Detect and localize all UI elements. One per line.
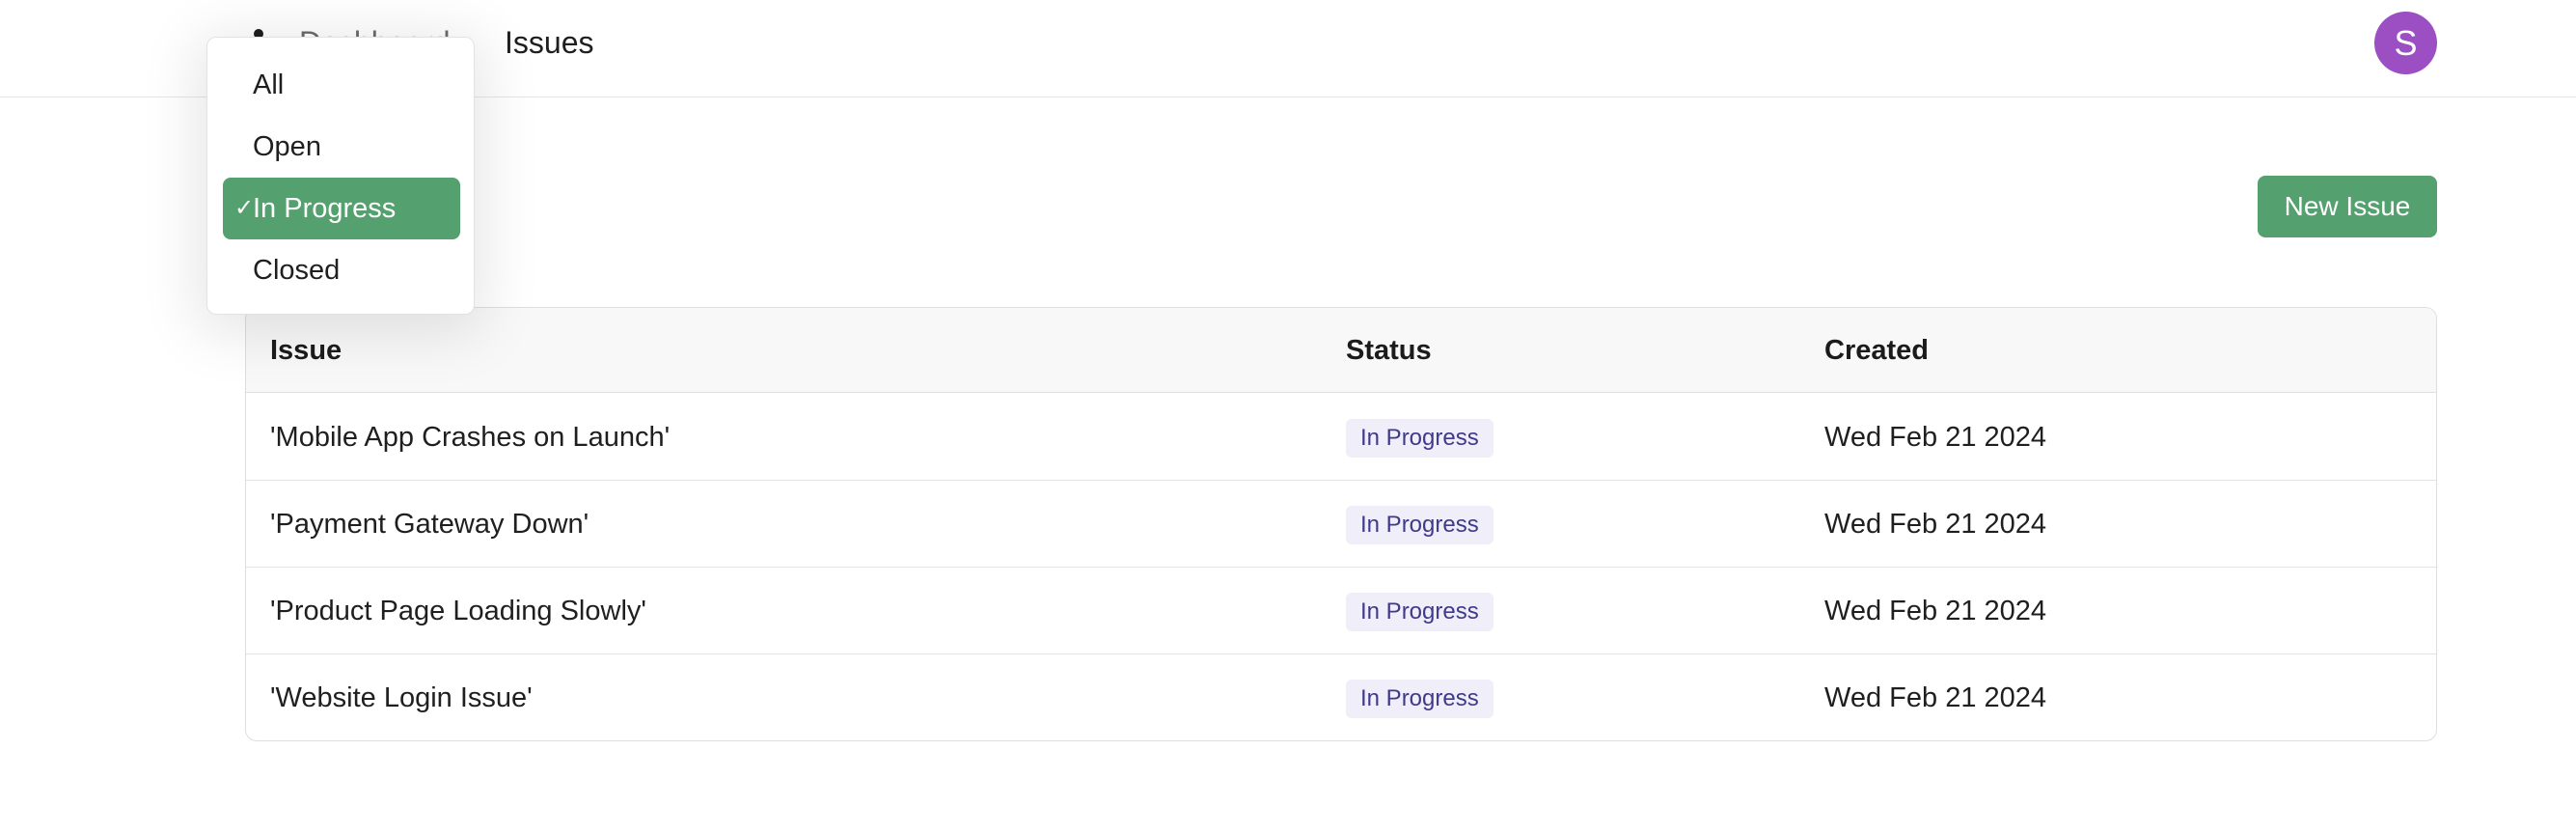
filter-option-label: Open xyxy=(253,131,321,162)
filter-option-in-progress[interactable]: ✓ In Progress xyxy=(223,178,460,239)
filter-option-open[interactable]: Open xyxy=(223,116,460,178)
issue-title-link[interactable]: 'Payment Gateway Down' xyxy=(270,481,589,568)
column-header-status[interactable]: Status xyxy=(1346,308,1432,393)
issue-title-link[interactable]: 'Product Page Loading Slowly' xyxy=(270,568,646,654)
status-badge: In Progress xyxy=(1346,419,1494,458)
column-header-issue[interactable]: Issue xyxy=(270,308,342,393)
created-date: Wed Feb 21 2024 xyxy=(1824,509,2047,540)
table-row[interactable]: 'Mobile App Crashes on Launch' In Progre… xyxy=(246,394,2436,481)
filter-option-all[interactable]: All xyxy=(223,54,460,116)
filter-option-label: All xyxy=(253,70,285,100)
new-issue-button[interactable]: New Issue xyxy=(2258,176,2437,237)
created-date: Wed Feb 21 2024 xyxy=(1824,422,2047,453)
table-row[interactable]: 'Product Page Loading Slowly' In Progres… xyxy=(246,568,2436,654)
created-date: Wed Feb 21 2024 xyxy=(1824,596,2047,626)
filter-option-label: Closed xyxy=(253,255,341,286)
table-header: Issue Status Created xyxy=(246,308,2436,393)
table-row[interactable]: 'Payment Gateway Down' In Progress Wed F… xyxy=(246,481,2436,568)
filter-option-closed[interactable]: Closed xyxy=(223,239,460,301)
status-badge: In Progress xyxy=(1346,680,1494,718)
issue-title-link[interactable]: 'Mobile App Crashes on Launch' xyxy=(270,394,670,481)
status-badge: In Progress xyxy=(1346,506,1494,544)
issue-title-link[interactable]: 'Website Login Issue' xyxy=(270,654,533,740)
status-badge: In Progress xyxy=(1346,593,1494,631)
user-avatar[interactable]: S xyxy=(2374,12,2437,74)
checkmark-icon: ✓ xyxy=(234,195,255,221)
created-date: Wed Feb 21 2024 xyxy=(1824,682,2047,713)
nav-link-issues[interactable]: Issues xyxy=(505,23,593,62)
status-filter-dropdown: All Open ✓ In Progress Closed xyxy=(206,37,475,315)
column-header-created[interactable]: Created xyxy=(1824,308,1929,393)
filter-option-label: In Progress xyxy=(253,193,397,224)
table-row[interactable]: 'Website Login Issue' In Progress Wed Fe… xyxy=(246,654,2436,740)
issues-table: Issue Status Created 'Mobile App Crashes… xyxy=(245,307,2437,741)
